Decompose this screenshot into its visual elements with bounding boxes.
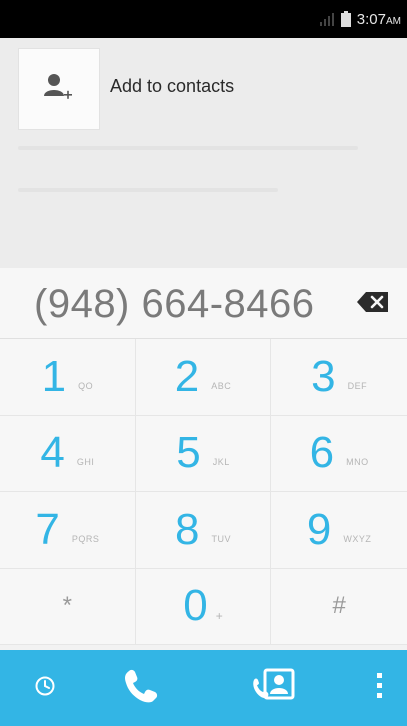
add-person-icon [42, 72, 76, 107]
divider [18, 188, 278, 192]
key-digit: 7 [35, 504, 60, 554]
battery-icon [340, 11, 351, 27]
key-digit: 6 [309, 428, 335, 478]
key-letters: JKL [212, 457, 230, 468]
history-icon [34, 675, 56, 702]
backspace-icon [356, 291, 390, 318]
key-letters: TUV [211, 533, 231, 544]
key-9[interactable]: 9 WXYZ [271, 492, 407, 569]
key-pound[interactable]: # [271, 569, 407, 645]
key-8[interactable]: 8 TUV [135, 492, 272, 569]
contacts-button[interactable] [240, 650, 310, 726]
dialer-action-bar [0, 650, 407, 726]
key-letters: GHI [76, 457, 95, 468]
key-5[interactable]: 5 JKL [135, 415, 272, 492]
status-icons: 3:07AM [319, 0, 401, 38]
key-digit: 9 [306, 504, 332, 554]
key-star[interactable]: * [0, 568, 136, 645]
dialed-number[interactable]: (948) 664-8466 [34, 282, 315, 327]
key-letters: WXYZ [343, 533, 372, 544]
status-time: 3:07AM [357, 11, 401, 28]
key-digit: 1 [41, 351, 67, 401]
backspace-button[interactable] [353, 290, 393, 318]
key-letters: MNO [346, 457, 369, 468]
add-contact-avatar[interactable] [18, 48, 100, 130]
key-symbol: # [332, 592, 346, 620]
signal-icon [319, 12, 335, 26]
call-history-button[interactable] [20, 650, 70, 726]
key-7[interactable]: 7 PQRS [0, 492, 136, 569]
key-letters: DEF [347, 380, 368, 391]
key-1[interactable]: 1 QO [0, 339, 136, 416]
key-digit: 0 [183, 581, 208, 631]
key-digit: 8 [175, 504, 200, 554]
key-digit: 5 [176, 428, 201, 478]
divider [18, 146, 358, 150]
key-letters: QO [78, 380, 94, 391]
add-to-contacts-label[interactable]: Add to contacts [110, 76, 234, 97]
call-button[interactable] [110, 650, 170, 726]
overflow-menu-icon [376, 672, 384, 705]
dial-keypad: 1 QO 2 ABC 3 DEF 4 GHI 5 JKL 6 MNO 7 PQR… [0, 339, 407, 645]
key-letters: PQRS [71, 533, 100, 544]
key-2[interactable]: 2 ABC [135, 339, 272, 416]
key-6[interactable]: 6 MNO [271, 416, 407, 492]
key-digit: 2 [174, 351, 200, 401]
key-3[interactable]: 3 DEF [271, 339, 407, 416]
key-letters: + [215, 609, 223, 624]
contacts-icon [250, 666, 300, 711]
key-symbol: * [62, 592, 72, 620]
key-digit: 4 [40, 428, 65, 478]
key-0[interactable]: 0 + [135, 568, 272, 645]
contact-suggestion-area: Add to contacts [0, 38, 407, 268]
status-bar: 3:07AM [0, 0, 407, 38]
call-icon [120, 666, 160, 711]
key-letters: ABC [211, 380, 232, 391]
key-4[interactable]: 4 GHI [0, 415, 136, 492]
key-digit: 3 [311, 351, 336, 401]
status-time-value: 3:07 [356, 10, 386, 28]
add-to-contacts-row[interactable]: Add to contacts [0, 48, 407, 130]
overflow-menu-button[interactable] [360, 650, 400, 726]
status-ampm: AM [386, 15, 401, 27]
number-display: (948) 664-8466 [0, 268, 407, 339]
